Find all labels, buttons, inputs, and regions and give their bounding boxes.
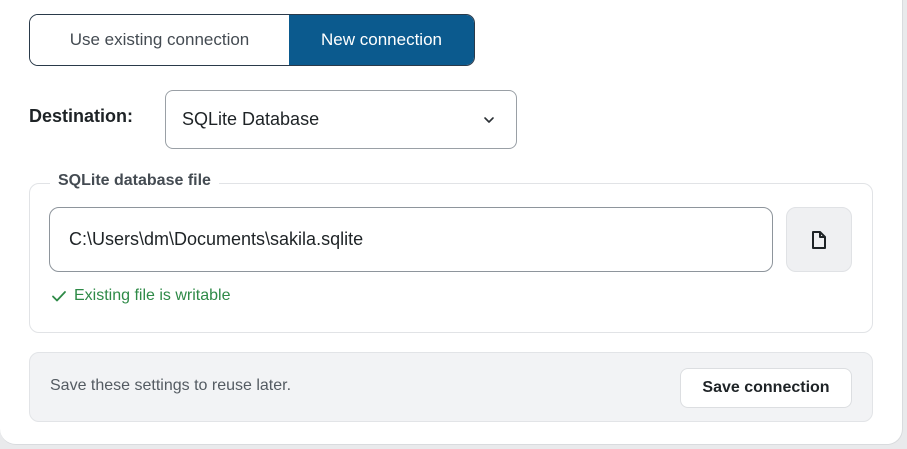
new-connection-tab[interactable]: New connection: [289, 15, 474, 65]
save-connection-button[interactable]: Save connection: [680, 368, 852, 408]
file-icon: [812, 230, 826, 249]
chevron-down-icon: [484, 117, 494, 123]
sqlite-file-legend: SQLite database file: [50, 172, 219, 190]
browse-file-button[interactable]: [786, 207, 852, 272]
destination-selected-value: SQLite Database: [182, 109, 320, 129]
file-status: Existing file is writable: [51, 287, 231, 305]
connection-mode-toggle: Use existing connection New connection: [29, 14, 475, 66]
destination-label: Destination:: [29, 106, 134, 126]
use-existing-connection-tab[interactable]: Use existing connection: [30, 15, 289, 65]
save-settings-bar: Save these settings to reuse later. Save…: [29, 352, 873, 422]
sqlite-file-path-input[interactable]: C:\Users\dm\Documents\sakila.sqlite: [49, 207, 773, 272]
check-icon: [52, 291, 66, 302]
destination-select[interactable]: SQLite Database: [165, 90, 517, 149]
file-status-text: Existing file is writable: [74, 287, 231, 304]
save-hint-text: Save these settings to reuse later.: [50, 377, 292, 394]
